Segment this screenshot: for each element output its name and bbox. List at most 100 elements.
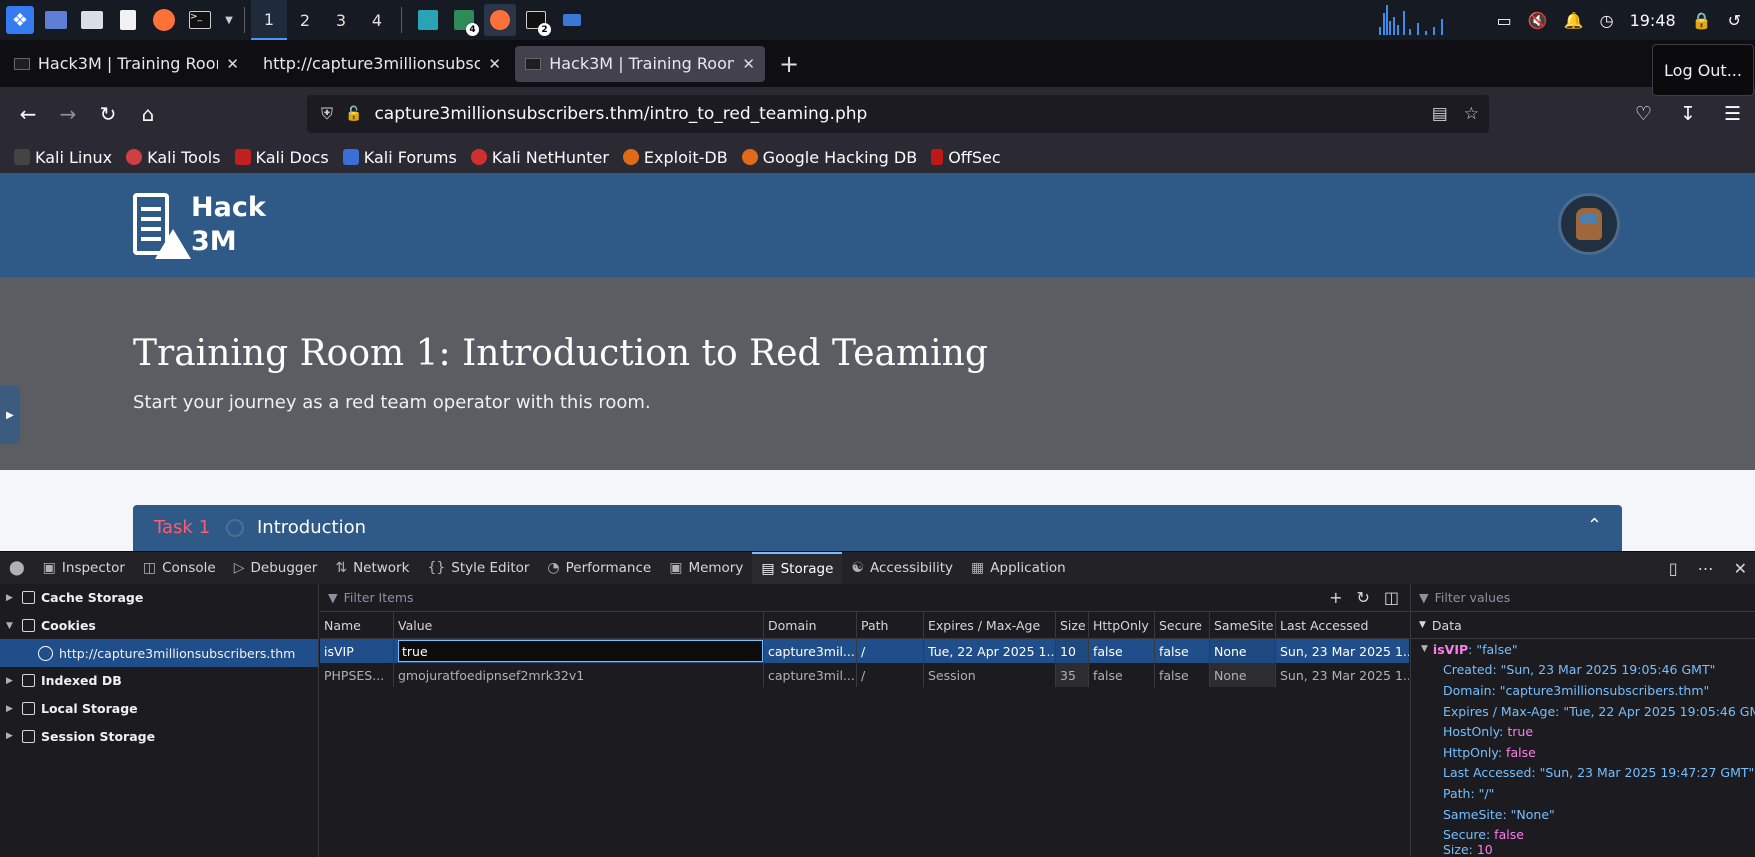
url-text[interactable]: capture3millionsubscribers.thm/intro_to_…	[374, 104, 867, 124]
element-picker-button[interactable]: ⬤	[0, 552, 34, 585]
more-options-icon[interactable]: ⋯	[1698, 559, 1714, 578]
browser-tab[interactable]: http://capture3millionsubscribers.thm ✕	[253, 46, 511, 82]
close-tab-icon[interactable]: ✕	[226, 55, 239, 73]
pocket-icon[interactable]: ♡	[1635, 103, 1652, 125]
cell-expires[interactable]: Session	[924, 663, 1056, 687]
tab-console[interactable]: ◫ Console	[134, 552, 225, 585]
browser-tab[interactable]: Hack3M | Training Room 1 ✕	[4, 46, 249, 82]
tab-network[interactable]: ⇅ Network	[326, 552, 418, 585]
reload-icon[interactable]: ↻	[88, 102, 128, 126]
workspace-2[interactable]: 2	[287, 0, 323, 40]
file-manager-icon[interactable]	[76, 4, 108, 36]
cell-httponly[interactable]: false	[1089, 639, 1155, 663]
tab-application[interactable]: ▦ Application	[962, 552, 1075, 585]
back-arrow-icon[interactable]: ←	[8, 102, 48, 126]
bookmark-offsec[interactable]: OffSec	[931, 148, 1001, 167]
firefox-launcher-icon[interactable]	[148, 4, 180, 36]
detail-row[interactable]: SameSite: "None"	[1411, 804, 1755, 825]
bookmark-kali-tools[interactable]: Kali Tools	[126, 148, 221, 167]
reader-view-icon[interactable]: ▤	[1432, 104, 1448, 124]
taskbar-app-firefox[interactable]	[484, 4, 516, 36]
refresh-items-icon[interactable]: ↻	[1356, 588, 1369, 607]
expand-arrow-icon[interactable]: ▶	[6, 593, 16, 603]
home-icon[interactable]: ⌂	[128, 102, 168, 126]
cell-name[interactable]: isVIP	[320, 639, 394, 663]
cell-value[interactable]: gmojuratfoedipnsef2mrk32v1	[394, 663, 764, 687]
detail-row[interactable]: Secure: false	[1411, 824, 1755, 845]
toggle-sidebar-icon[interactable]: ◫	[1384, 588, 1399, 607]
task-1-header[interactable]: Task 1 Introduction ⌃	[133, 505, 1622, 551]
bookmark-kali-nethunter[interactable]: Kali NetHunter	[470, 148, 609, 167]
tree-session-storage[interactable]: ▶ Session Storage	[0, 722, 318, 750]
chevron-up-icon[interactable]: ⌃	[1587, 515, 1602, 536]
cell-samesite[interactable]: None	[1210, 663, 1276, 687]
cell-name[interactable]: PHPSES...	[320, 663, 394, 687]
tab-storage[interactable]: ▤ Storage	[752, 551, 843, 585]
tab-performance[interactable]: ◔ Performance	[538, 552, 660, 585]
side-panel-toggle[interactable]: ▶	[0, 386, 20, 444]
detail-row[interactable]: Size: 10	[1411, 845, 1755, 855]
chevron-down-icon[interactable]: ▼	[220, 4, 238, 36]
close-devtools-icon[interactable]: ✕	[1734, 559, 1747, 578]
tree-cookie-host[interactable]: http://capture3millionsubscribers.thm	[0, 639, 318, 668]
responsive-design-icon[interactable]: ▯	[1669, 559, 1678, 578]
expand-arrow-icon[interactable]: ▶	[6, 731, 16, 741]
cell-path[interactable]: /	[857, 639, 924, 663]
tree-cookies[interactable]: ▼ Cookies	[0, 612, 318, 640]
column-header[interactable]: HttpOnly	[1089, 612, 1155, 638]
column-header[interactable]: Last Accessed	[1276, 612, 1409, 638]
cell-last-accessed[interactable]: Sun, 23 Mar 2025 1...	[1276, 663, 1409, 687]
collapse-arrow-icon[interactable]: ▼	[1421, 644, 1428, 654]
hamburger-menu-icon[interactable]: ☰	[1724, 103, 1741, 125]
workspace-4[interactable]: 4	[359, 0, 395, 40]
data-section-header[interactable]: ▼ Data	[1411, 612, 1755, 639]
notification-bell-icon[interactable]: 🔔	[1564, 11, 1584, 30]
collapse-arrow-icon[interactable]: ▼	[1419, 620, 1426, 630]
cell-size[interactable]: 35	[1056, 663, 1089, 687]
power-icon[interactable]: ↺	[1728, 11, 1741, 30]
detail-row[interactable]: Expires / Max-Age: "Tue, 22 Apr 2025 19:…	[1411, 701, 1755, 722]
column-header[interactable]: Value	[394, 612, 764, 638]
address-bar[interactable]: ⛨ 🔓 capture3millionsubscribers.thm/intro…	[307, 95, 1489, 133]
cell-secure[interactable]: false	[1155, 663, 1210, 687]
workspace-1[interactable]: 1	[251, 0, 287, 40]
tree-indexed-db[interactable]: ▶ Indexed DB	[0, 667, 318, 695]
bookmark-google-hacking-db[interactable]: Google Hacking DB	[741, 148, 917, 167]
insecure-lock-icon[interactable]: 🔓	[345, 106, 362, 122]
column-header[interactable]: Name	[320, 612, 394, 638]
column-header[interactable]: SameSite	[1210, 612, 1276, 638]
cell-size[interactable]: 10	[1056, 639, 1089, 663]
text-editor-icon[interactable]	[112, 4, 144, 36]
tab-inspector[interactable]: ▣ Inspector	[34, 552, 134, 585]
volume-muted-icon[interactable]: 🔇	[1528, 11, 1548, 30]
filter-items-bar[interactable]: ▼ Filter Items + ↻ ◫	[320, 584, 1409, 612]
tracking-shield-icon[interactable]: ⛨	[321, 104, 333, 124]
column-header[interactable]: Path	[857, 612, 924, 638]
value-edit-input[interactable]: true	[398, 640, 763, 662]
cell-expires[interactable]: Tue, 22 Apr 2025 1...	[924, 639, 1056, 663]
close-tab-icon[interactable]: ✕	[742, 55, 755, 73]
expand-arrow-icon[interactable]: ▶	[6, 676, 16, 686]
detail-row[interactable]: Path: "/"	[1411, 783, 1755, 804]
cell-domain[interactable]: capture3mil...	[764, 639, 857, 663]
tree-cache-storage[interactable]: ▶ Cache Storage	[0, 584, 318, 612]
expand-arrow-icon[interactable]: ▶	[6, 704, 16, 714]
site-logo[interactable]: Hack 3M	[133, 193, 266, 259]
taskbar-app-burp[interactable]	[412, 4, 444, 36]
display-icon[interactable]: ▭	[1497, 11, 1512, 30]
table-row[interactable]: isVIP true capture3mil... / Tue, 22 Apr …	[320, 639, 1409, 663]
cell-samesite[interactable]: None	[1210, 639, 1276, 663]
cell-path[interactable]: /	[857, 663, 924, 687]
taskbar-app-terminal[interactable]: 2	[520, 4, 552, 36]
forward-arrow-icon[interactable]: →	[48, 102, 88, 126]
cell-value-editor[interactable]: true	[394, 639, 764, 663]
filter-items-input[interactable]: Filter Items	[344, 590, 414, 605]
kali-menu-button[interactable]: ❖	[4, 4, 36, 36]
filter-values-input[interactable]: Filter values	[1435, 590, 1511, 605]
detail-root[interactable]: ▼ isVIP: "false"	[1411, 639, 1755, 660]
tab-style-editor[interactable]: {} Style Editor	[418, 552, 538, 585]
close-tab-icon[interactable]: ✕	[488, 55, 501, 73]
bookmark-kali-forums[interactable]: Kali Forums	[342, 148, 457, 167]
terminal-launcher-icon[interactable]: >_	[184, 4, 216, 36]
tab-debugger[interactable]: ▷ Debugger	[225, 552, 327, 585]
